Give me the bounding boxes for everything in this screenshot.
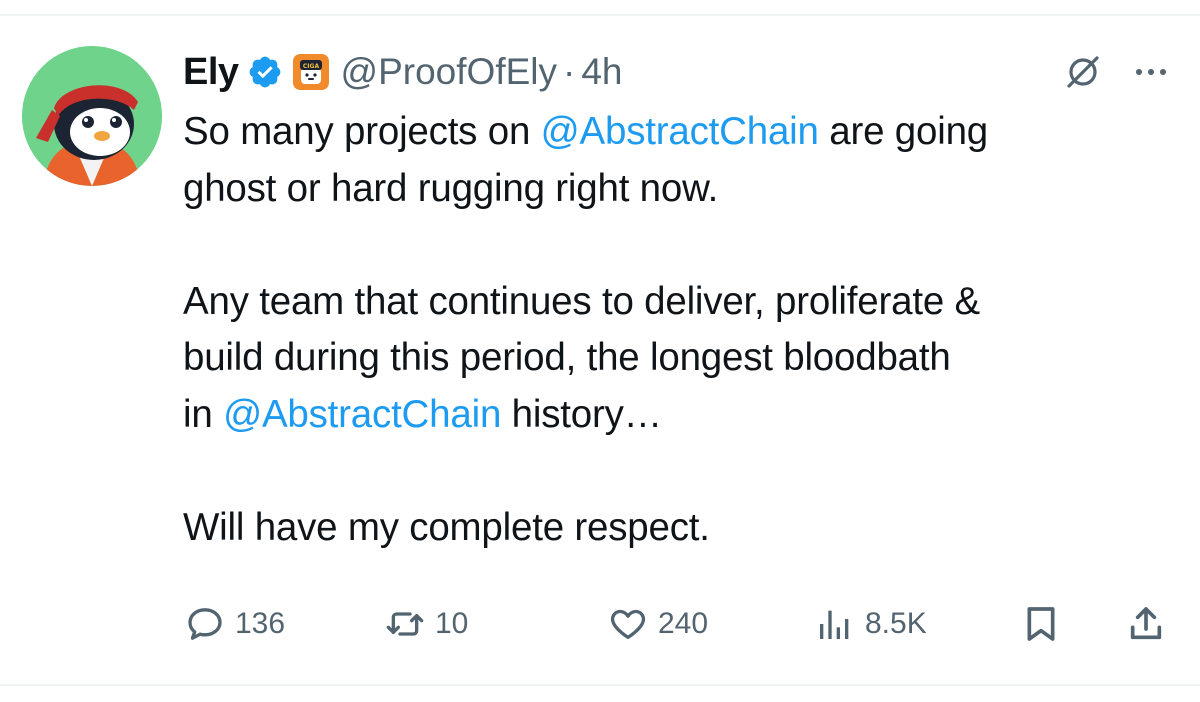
affiliate-badge[interactable]: CIGA: [292, 54, 329, 90]
tweet-line: So many projects on @AbstractChain are g…: [183, 104, 1183, 161]
ciga-badge-icon: CIGA: [292, 54, 329, 90]
retweet-count: 10: [435, 607, 469, 640]
verified-badge-icon[interactable]: [247, 54, 283, 90]
tweet-text-segment: Will have my complete respect.: [183, 505, 710, 549]
grok-icon[interactable]: [1063, 52, 1103, 92]
tweet-text-segment: Any team that continues to deliver, prol…: [183, 279, 981, 323]
ciga-badge-text: CIGA: [302, 63, 319, 70]
avatar[interactable]: [22, 46, 162, 186]
bookmark-button[interactable]: [1021, 596, 1061, 652]
tweet-text-segment: history…: [501, 392, 663, 436]
retweet-button[interactable]: 10: [385, 596, 468, 652]
view-count: 8.5K: [865, 607, 927, 640]
tweet-line: Will have my complete respect.: [183, 500, 1183, 557]
penguin-avatar: [22, 46, 162, 186]
tweet-text: So many projects on @AbstractChain are g…: [183, 104, 1183, 556]
share-button[interactable]: [1126, 596, 1166, 652]
display-name[interactable]: Ely: [183, 51, 239, 94]
tweet-line: Any team that continues to deliver, prol…: [183, 274, 1183, 331]
separator-dot: ·: [563, 51, 576, 92]
reply-icon: [188, 608, 222, 640]
tweet-line: build during this period, the longest bl…: [183, 330, 1183, 387]
tweet-text-segment: ghost or hard rugging right now.: [183, 166, 719, 210]
tweet-text-segment: So many projects on: [183, 110, 541, 153]
tweet-text-segment: are going: [818, 110, 988, 153]
mention-link[interactable]: @AbstractChain: [541, 110, 819, 153]
more-icon[interactable]: [1129, 52, 1173, 92]
top-divider: [0, 14, 1200, 16]
tweet-header: Ely CIGA @ProofOfEly · 4h: [183, 42, 1173, 102]
bookmark-icon: [1027, 607, 1055, 641]
like-icon: [610, 609, 646, 639]
tweet-text-segment: build during this period, the longest bl…: [183, 336, 951, 379]
views-button[interactable]: 8.5K: [815, 596, 927, 652]
views-icon: [820, 610, 849, 639]
reply-button[interactable]: 136: [185, 596, 285, 652]
tweet-line: ghost or hard rugging right now.: [183, 161, 1183, 218]
like-button[interactable]: 240: [608, 596, 708, 652]
like-count: 240: [658, 607, 709, 640]
share-icon: [1130, 607, 1162, 640]
reply-count: 136: [235, 607, 286, 640]
mention-link[interactable]: @AbstractChain: [223, 393, 501, 436]
tweet-actions: 136 10 240 8.5K: [0, 596, 1200, 652]
tweet-text-segment: in: [183, 392, 224, 436]
author-handle[interactable]: @ProofOfEly: [341, 51, 557, 93]
tweet-line: in @AbstractChain history…: [183, 387, 1183, 444]
retweet-icon: [386, 612, 424, 636]
tweet-timestamp[interactable]: 4h: [581, 51, 622, 93]
bottom-divider: [0, 684, 1200, 686]
